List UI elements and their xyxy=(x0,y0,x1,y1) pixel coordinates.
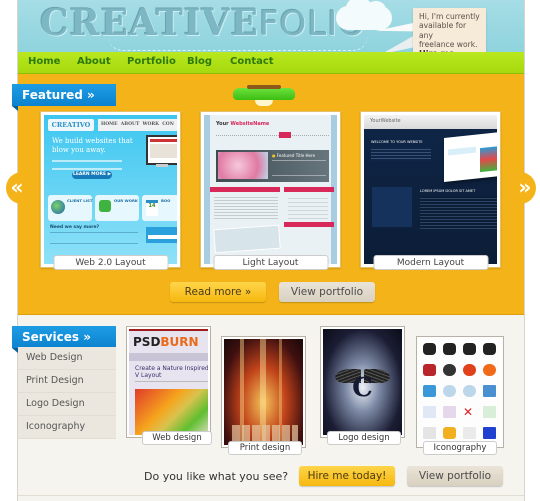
services-item-print-design[interactable]: Print Design xyxy=(18,370,116,393)
camera-icon xyxy=(463,343,476,355)
mock-featured-banner: ● Featured Title Here xyxy=(216,150,329,182)
availability-note[interactable]: Hi, I'm currently available for any free… xyxy=(413,8,486,52)
mock-menu: HOME ABOUT WORK CON xyxy=(98,119,177,131)
nav-home[interactable]: Home xyxy=(28,56,60,67)
page-container: CREATIVEFOLIO Hi, I'm currently availabl… xyxy=(6,0,536,501)
card-icon xyxy=(443,406,456,418)
services-item-web-design[interactable]: Web Design xyxy=(18,347,116,370)
mock-lorem: LOREM IPSUM DOLOR SIT AMET xyxy=(420,189,476,193)
site-header: CREATIVEFOLIO Hi, I'm currently availabl… xyxy=(18,0,524,52)
mock-logo: YourWebsite xyxy=(370,118,401,124)
slide-modern[interactable]: YourWebsite WELCOME TO YOUR WEBSITE LORE… xyxy=(360,111,501,270)
bottom-divider xyxy=(18,495,524,496)
thumb-caption: Print design xyxy=(228,441,302,455)
thumb-caption: Web design xyxy=(142,431,212,445)
mock-welcome: WELCOME TO YOUR WEBSITE xyxy=(371,140,423,144)
services-heading: Services » xyxy=(12,326,116,353)
thumb-iconography[interactable]: ✕ xyxy=(416,336,504,448)
monitor-icon xyxy=(423,385,436,397)
card-icon xyxy=(483,406,496,418)
slide-light[interactable]: Your WebsiteName ● Featured Title Here L… xyxy=(200,111,341,270)
doc-icon xyxy=(423,427,436,439)
close-icon: ✕ xyxy=(463,405,474,419)
ball-icon xyxy=(483,364,496,376)
cta-view-portfolio-button[interactable]: View portfolio xyxy=(407,466,503,486)
mock-monitor xyxy=(146,135,177,165)
thumb-web-design[interactable]: PSDBURN Create a Nature Inspired V Layou… xyxy=(126,326,211,438)
cup-icon xyxy=(423,364,436,376)
camera-icon xyxy=(423,343,436,355)
chat-icon xyxy=(443,385,456,397)
camera-icon xyxy=(483,343,496,355)
services-item-logo-design[interactable]: Logo Design xyxy=(18,393,116,416)
thumb-logo-design[interactable]: C xyxy=(320,326,405,438)
next-arrow-button[interactable]: » xyxy=(514,172,536,204)
double-chevron-right-icon: » xyxy=(518,175,532,199)
nav-portfolio[interactable]: Portfolio xyxy=(127,56,176,67)
services-item-iconography[interactable]: Iconography xyxy=(18,416,116,439)
prev-arrow-button[interactable]: « xyxy=(6,172,28,204)
card-icon xyxy=(483,385,496,397)
view-portfolio-button[interactable]: View portfolio xyxy=(279,282,375,302)
icon-grid: ✕ xyxy=(419,339,501,445)
lamp-icon xyxy=(233,85,295,106)
mock-headline: We build websites that blow you away. xyxy=(52,137,133,154)
paypal-icon xyxy=(423,406,436,418)
nav-blog[interactable]: Blog xyxy=(187,56,212,67)
thumb-caption: Logo design xyxy=(327,431,401,445)
window-icon xyxy=(483,427,496,439)
double-chevron-left-icon: « xyxy=(10,175,24,199)
slide-web20[interactable]: CREATIVO HOME ABOUT WORK CON We build we… xyxy=(40,111,181,270)
nav-about[interactable]: About xyxy=(77,56,111,67)
mock-screenshot xyxy=(444,132,497,182)
mock-learn-more: LEARN MORE ▶ xyxy=(72,171,112,179)
nav-contact[interactable]: Contact xyxy=(230,56,274,67)
chat-icon xyxy=(463,385,476,397)
slide-caption: Web 2.0 Layout xyxy=(53,255,168,270)
main-nav: Home About Portfolio Blog Contact xyxy=(18,52,524,74)
thumb-print-design[interactable] xyxy=(221,336,306,448)
featured-heading: Featured » xyxy=(12,84,116,111)
mock-logo: Your WebsiteName xyxy=(216,121,270,127)
slide-caption: Modern Layout xyxy=(373,255,488,270)
site-logo[interactable]: CREATIVEFOLIO xyxy=(40,2,366,44)
thumb-caption: Iconography xyxy=(423,441,497,455)
featured-section: Featured » « » CREATIVO HOME ABOUT WORK … xyxy=(6,74,536,315)
mock-box-book: 14 BOO xyxy=(142,195,177,221)
clock-icon xyxy=(443,364,456,376)
camera-icon xyxy=(443,343,456,355)
ball-icon xyxy=(463,364,476,376)
cta-question: Do you like what you see? xyxy=(144,470,289,483)
mock-psd-logo: PSDBURN xyxy=(133,335,199,349)
slide-caption: Light Layout xyxy=(213,255,328,270)
mock-logo: CREATIVO xyxy=(48,119,94,131)
globe-icon xyxy=(443,427,456,439)
doc-icon xyxy=(463,427,476,439)
read-more-button[interactable]: Read more » xyxy=(170,282,266,302)
cloud-icon xyxy=(336,0,392,30)
mock-box-client: CLIENT LIST xyxy=(48,195,92,221)
hire-me-button[interactable]: Hire me today! xyxy=(299,466,395,486)
mock-footer-heading: Need we say more? xyxy=(50,225,100,230)
mock-box-work: OUR WORK xyxy=(95,195,139,221)
logo-letter: C xyxy=(352,373,373,403)
services-menu: Web Design Print Design Logo Design Icon… xyxy=(18,347,116,439)
